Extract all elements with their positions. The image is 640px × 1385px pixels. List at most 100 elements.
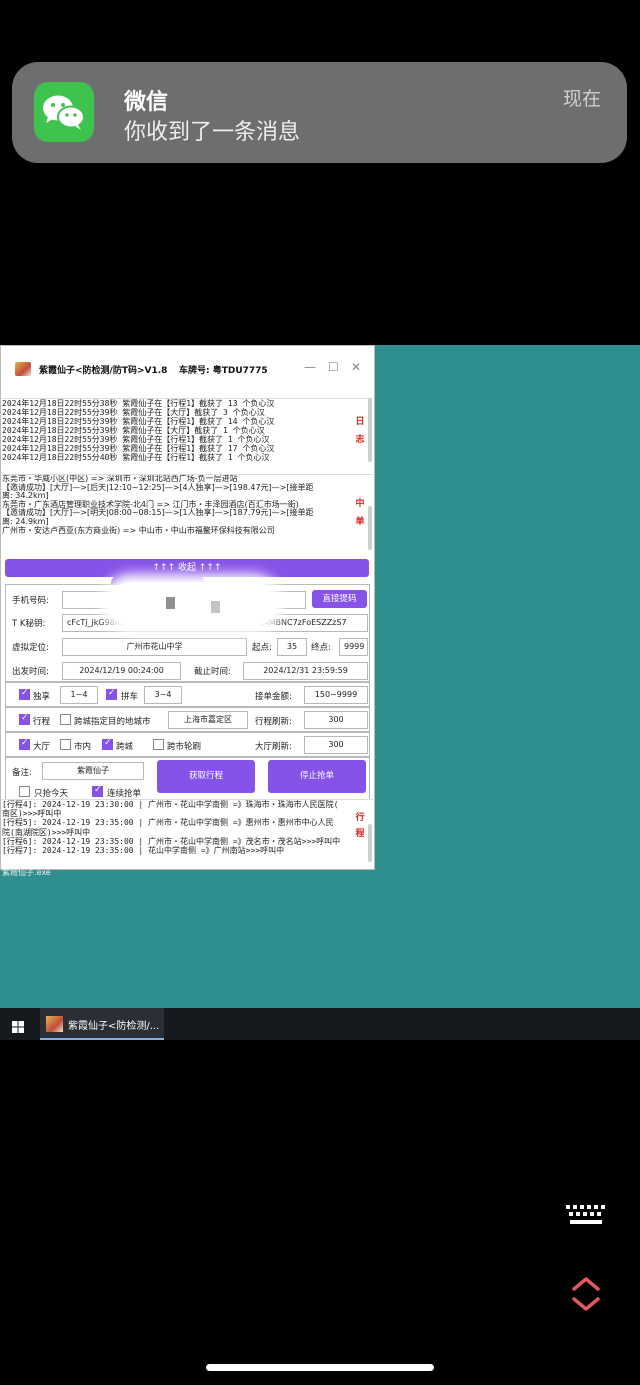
log-line: 2024年12月18日22时55分39秒 紫霞仙子在【行程1】截获了 1 个负心… <box>2 435 270 444</box>
cross-city-dest-checkbox[interactable] <box>60 714 71 725</box>
windows-start-icon[interactable] <box>12 1018 24 1033</box>
home-indicator[interactable] <box>206 1364 434 1371</box>
notification-time: 现在 <box>562 88 601 110</box>
exe-filename[interactable]: 紫霞仙子.exe <box>2 867 51 878</box>
trip-refresh-label: 行程刷新: <box>255 717 292 727</box>
taskbar-app-item[interactable]: 紫霞仙子<防检测/... <box>40 1008 164 1040</box>
privacy-mask <box>109 582 275 626</box>
log-line: 2024年12月18日22时55分39秒 紫霞仙子在【行程1】截获了 17 个负… <box>2 444 275 453</box>
note-input[interactable]: 紫霞仙子 <box>42 762 144 780</box>
trip-scrollbar[interactable] <box>368 824 372 862</box>
crosscity-checkbox[interactable] <box>102 738 113 750</box>
carpool-checkbox[interactable] <box>106 688 117 700</box>
blur-spot <box>166 597 175 609</box>
continuous-checkbox[interactable] <box>92 785 103 797</box>
crosscity-rotate-checkbox[interactable] <box>153 739 164 750</box>
maximize-icon[interactable]: ☐ <box>328 360 339 374</box>
deadline-input[interactable]: 2024/12/31 23:59:59 <box>243 662 368 680</box>
log-side-label-2: 志 <box>355 435 365 445</box>
note-label: 备注: <box>12 768 32 778</box>
start-input[interactable]: 35 <box>277 638 307 656</box>
app-logo-icon <box>15 362 31 376</box>
tk-label: T K秘钥: <box>12 619 46 629</box>
exclusive-label: 独享 <box>33 692 51 702</box>
intracity-checkbox[interactable] <box>60 739 71 750</box>
depart-time-input[interactable]: 2024/12/19 00:24:00 <box>62 662 181 680</box>
trip-checkbox[interactable] <box>19 713 30 725</box>
trip-side-label-2: 程 <box>355 829 365 839</box>
exclusive-checkbox[interactable] <box>19 688 30 700</box>
trip-line: [行程5]: 2024-12-19 23:35:00 | 广州市・花山中学南侧 … <box>2 818 334 828</box>
stop-grab-button[interactable]: 停止抢单 <box>268 760 366 793</box>
hall-refresh-label: 大厅刷新: <box>255 742 292 752</box>
taskbar: 紫霞仙子<防检测/... <box>0 1008 640 1040</box>
notification-banner[interactable]: 微信 你收到了一条消息 现在 <box>12 62 627 163</box>
intracity-label: 市内 <box>74 742 92 752</box>
continuous-label: 连续抢单 <box>107 789 142 799</box>
location-label: 虚拟定位: <box>12 643 49 653</box>
order-side-label-2: 单 <box>355 517 365 527</box>
phone-label: 手机号码: <box>12 596 49 606</box>
order-line: 【邀请成功】[大厅]—>[明天|08:00~08:15]—>[1人独享]—>[1… <box>2 508 314 518</box>
trip-line: [行程6]: 2024-12-19 23:35:00 | 广州市・花山中学南侧 … <box>2 836 341 846</box>
hall-refresh-input[interactable]: 300 <box>304 736 368 754</box>
end-label: 终点: <box>311 643 331 653</box>
order-scrollbar[interactable] <box>368 506 372 550</box>
today-only-checkbox[interactable] <box>19 786 30 797</box>
cross-city-dest-input[interactable]: 上海市嘉定区 <box>168 711 248 729</box>
log-line: 2024年12月18日22时55分39秒 紫霞仙子在【大厅】截获了 1 个负心汉 <box>2 426 265 435</box>
taskbar-app-label: 紫霞仙子<防检测/... <box>68 1021 160 1032</box>
close-icon[interactable]: ✕ <box>351 360 361 374</box>
location-input[interactable]: 广州市花山中学 <box>62 638 247 656</box>
action-panel: 备注: 紫霞仙子 获取行程 停止抢单 只抢今天 连续抢单 <box>5 757 370 800</box>
get-trip-button[interactable]: 获取行程 <box>157 760 255 793</box>
order-panel[interactable]: 东莞市・华威小区(中区) => 深圳市・深圳北站西广场-负一层进站 【邀请成功】… <box>2 474 373 554</box>
hall-panel: 大厅 市内 跨城 跨市轮刷 大厅刷新: 300 <box>5 732 370 757</box>
cross-city-dest-label: 跨城指定目的地城市 <box>74 717 151 727</box>
order-line: 广州市・安达卢西亚(东方商业街) => 中山市・中山市福鳌环保科技有限公司 <box>2 525 275 535</box>
app-window: 紫霞仙子<防检测/防T码>V1.8 车牌号: 粤TDU7775 — ☐ ✕ 20… <box>0 345 375 870</box>
log-side-label-1: 日 <box>355 417 365 427</box>
trip-line: [行程4]: 2024-12-19 23:30:00 | 广州市・花山中学南侧 … <box>2 800 339 809</box>
wechat-icon <box>34 82 94 142</box>
trip-panel: 行程 跨城指定目的地城市 上海市嘉定区 行程刷新: 300 <box>5 707 370 732</box>
log-line: 2024年12月18日22时55分39秒 紫霞仙子在【大厅】截获了 3 个负心汉 <box>2 408 265 417</box>
log-panel[interactable]: 2024年12月18日22时55分38秒 紫霞仙子在【行程1】截获了 13 个负… <box>2 398 373 464</box>
log-line: 2024年12月18日22时55分38秒 紫霞仙子在【行程1】截获了 13 个负… <box>2 399 275 408</box>
depart-label: 出发时间: <box>12 667 49 677</box>
blur-spot <box>211 601 220 613</box>
notification-app-name: 微信 <box>124 90 169 115</box>
deadline-label: 截止时间: <box>194 667 231 677</box>
order-side-label-1: 中 <box>355 499 365 509</box>
today-only-label: 只抢今天 <box>34 789 69 799</box>
trip-line: [行程7]: 2024-12-19 23:35:00 | 花山中学南侧 =》广州… <box>2 846 285 856</box>
crosscity-label: 跨城 <box>116 742 134 752</box>
crosscity-rotate-label: 跨市轮刷 <box>167 742 202 752</box>
carpool-range-input[interactable]: 3~4 <box>144 686 182 704</box>
extract-code-button[interactable]: 直接提码 <box>312 590 367 608</box>
hall-checkbox[interactable] <box>19 738 30 750</box>
keyboard-icon[interactable] <box>564 1203 608 1231</box>
end-input[interactable]: 9999 <box>339 638 368 656</box>
trip-refresh-input[interactable]: 300 <box>304 711 368 729</box>
log-line: 2024年12月18日22时55分40秒 紫霞仙子在【行程1】截获了 1 个负心… <box>2 453 270 462</box>
desktop: 紫霞仙子<防检测/防T码>V1.8 车牌号: 粤TDU7775 — ☐ ✕ 20… <box>0 345 640 1008</box>
up-down-nav-icon[interactable] <box>571 1277 601 1311</box>
start-label: 起点: <box>252 643 272 653</box>
amount-input[interactable]: 150~9999 <box>304 686 368 704</box>
app-logo-icon <box>46 1016 63 1032</box>
log-line: 2024年12月18日22时55分39秒 紫霞仙子在【行程1】截获了 14 个负… <box>2 417 275 426</box>
carpool-label: 拼车 <box>121 692 139 702</box>
log-scrollbar[interactable] <box>368 398 372 462</box>
trip-label: 行程 <box>33 717 51 727</box>
minimize-icon[interactable]: — <box>304 360 316 374</box>
trip-list-panel[interactable]: [行程4]: 2024-12-19 23:30:00 | 广州市・花山中学南侧 … <box>2 799 373 867</box>
title-bar[interactable]: 紫霞仙子<防检测/防T码>V1.8 车牌号: 粤TDU7775 — ☐ ✕ <box>1 346 374 388</box>
amount-label: 接单金额: <box>255 692 292 702</box>
notification-message: 你收到了一条消息 <box>124 120 301 145</box>
exclusive-range-input[interactable]: 1~4 <box>60 686 98 704</box>
plate-number: 车牌号: 粤TDU7775 <box>179 366 268 376</box>
phone-screen: 微信 你收到了一条消息 现在 紫霞仙子<防检测/防T码>V1.8 车牌号: 粤T… <box>0 0 640 1385</box>
order-line: 【邀请成功】[大厅]—>[后天|12:10~12:25]—>[4人独享]—>[1… <box>2 482 314 492</box>
window-title: 紫霞仙子<防检测/防T码>V1.8 <box>39 366 168 376</box>
